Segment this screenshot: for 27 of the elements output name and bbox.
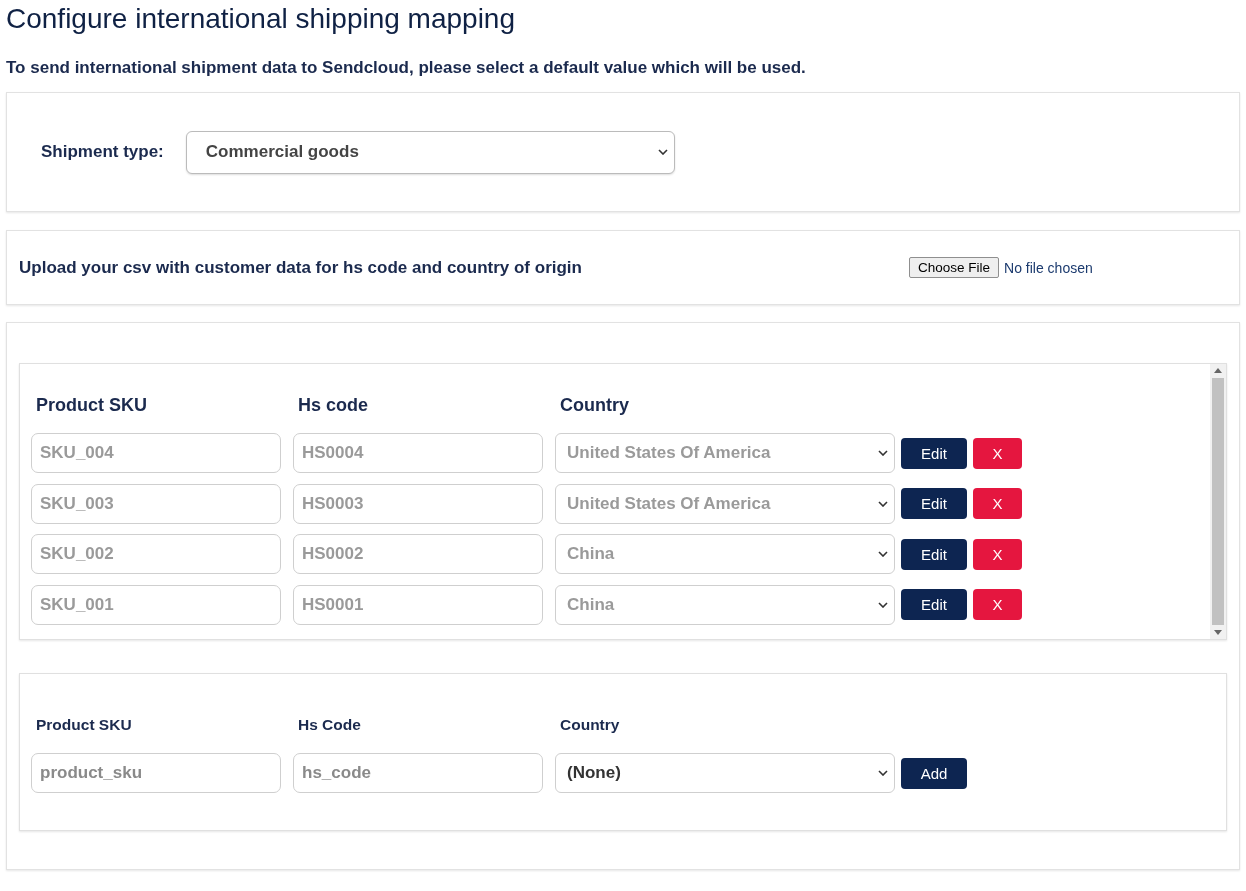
sku-input[interactable]: product_sku (31, 753, 281, 793)
column-header: Hs code (298, 394, 370, 416)
scroll-down-icon[interactable] (1214, 630, 1222, 635)
add-button[interactable]: Add (901, 757, 967, 789)
chevron-down-icon (878, 601, 888, 608)
column-header: Product SKU (36, 716, 133, 734)
country-select[interactable]: (None) (555, 753, 895, 793)
scrollbar[interactable] (1210, 364, 1226, 639)
chevron-down-icon (878, 500, 888, 507)
chevron-down-icon (878, 770, 888, 776)
intro-text: To send international shipment data to Sendcloud, please select a default value which will be used. (6, 58, 807, 78)
chevron-down-icon (878, 551, 888, 557)
column-header: Country (560, 716, 621, 734)
page-title: Configure international shipping mapping (6, 2, 516, 36)
file-status: No file chosen (1004, 259, 1093, 276)
column-header: Country (560, 394, 630, 416)
scroll-up-icon[interactable] (1214, 368, 1222, 373)
chevron-down-icon (657, 149, 668, 155)
shipment-type-label: Shipment type: (41, 142, 164, 162)
choose-file-button[interactable]: Choose File (909, 257, 1000, 278)
chevron-down-icon (878, 450, 888, 456)
column-header: Product SKU (36, 394, 148, 416)
hs-code-input[interactable]: hs_code (293, 753, 543, 793)
column-header: Hs Code (298, 716, 362, 734)
upload-label: Upload your csv with customer data for hs code and country of origin (19, 257, 583, 278)
shipment-type-select[interactable]: Commercial goods (185, 130, 675, 174)
scrollbar-thumb[interactable] (1212, 378, 1224, 625)
